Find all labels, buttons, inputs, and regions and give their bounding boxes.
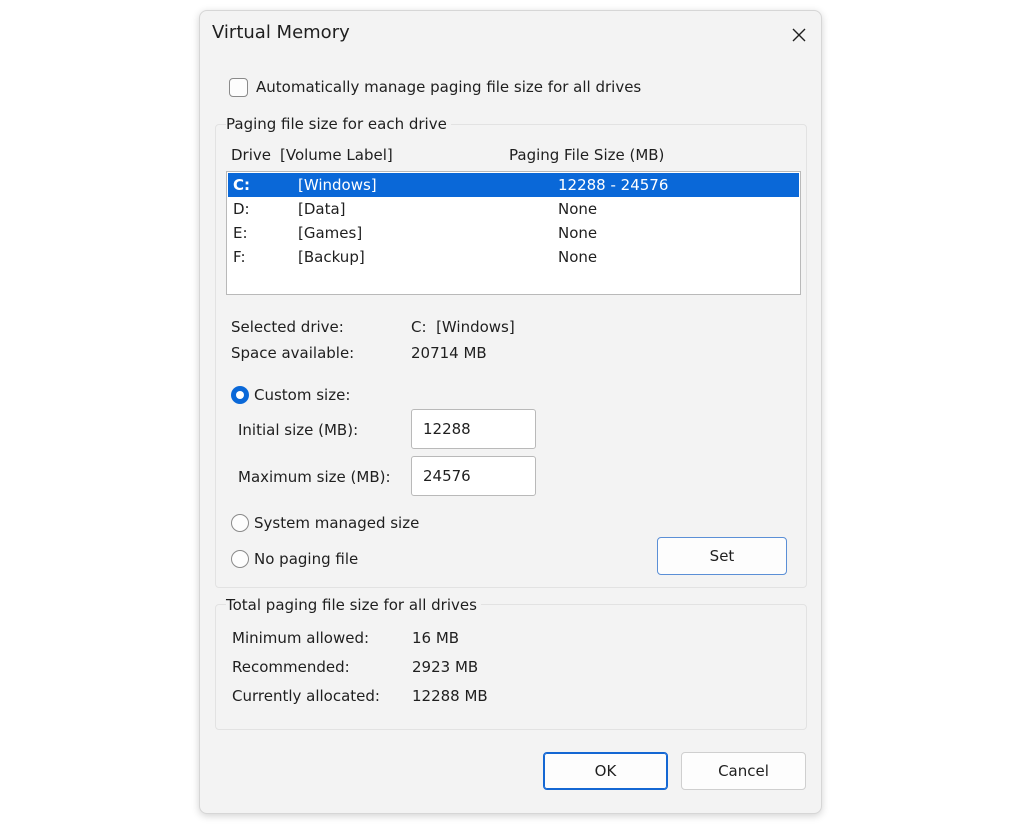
custom-size-label[interactable]: Custom size:: [254, 386, 350, 404]
custom-size-radio[interactable]: [231, 386, 249, 404]
drive-volume-label: [Windows]: [298, 176, 377, 194]
no-paging-radio[interactable]: [231, 550, 249, 568]
drive-paging-size: None: [558, 200, 598, 218]
currently-allocated-label: Currently allocated:: [232, 687, 380, 705]
dialog-title: Virtual Memory: [212, 22, 350, 43]
drive-letter: C:: [233, 176, 251, 194]
maximum-size-label: Maximum size (MB):: [238, 468, 391, 486]
initial-size-label: Initial size (MB):: [238, 421, 359, 439]
virtual-memory-dialog: Virtual Memory Automatically manage pagi…: [199, 10, 822, 814]
minimum-allowed-value: 16 MB: [412, 629, 460, 647]
selected-drive-value: C: [Windows]: [411, 318, 515, 336]
drive-group-title: Paging file size for each drive: [226, 115, 451, 133]
drive-letter: E:: [233, 224, 248, 242]
set-button[interactable]: Set: [657, 537, 787, 575]
recommended-value: 2923 MB: [412, 658, 479, 676]
drive-letter: D:: [233, 200, 250, 218]
minimum-allowed-label: Minimum allowed:: [232, 629, 370, 647]
total-group-title: Total paging file size for all drives: [226, 596, 481, 614]
selected-drive-label: Selected drive:: [231, 318, 344, 336]
drive-paging-size: 12288 - 24576: [558, 176, 669, 194]
drive-paging-size: None: [558, 224, 598, 242]
close-button[interactable]: [784, 20, 814, 50]
space-available-label: Space available:: [231, 344, 355, 362]
drive-volume-label: [Games]: [298, 224, 363, 242]
no-paging-label[interactable]: No paging file: [254, 550, 358, 568]
column-header-paging-size: Paging File Size (MB): [509, 146, 665, 164]
drive-row-d[interactable]: D: [Data] None: [228, 197, 799, 221]
close-icon: [792, 28, 806, 42]
system-managed-label[interactable]: System managed size: [254, 514, 419, 532]
drive-letter: F:: [233, 248, 246, 266]
auto-manage-checkbox[interactable]: [229, 78, 248, 97]
currently-allocated-value: 12288 MB: [412, 687, 488, 705]
drive-list[interactable]: C: [Windows] 12288 - 24576 D: [Data] Non…: [226, 171, 801, 295]
drive-row-f[interactable]: F: [Backup] None: [228, 245, 799, 269]
system-managed-radio[interactable]: [231, 514, 249, 532]
space-available-value: 20714 MB: [411, 344, 487, 362]
column-header-volume-label: [Volume Label]: [280, 146, 393, 164]
drive-volume-label: [Data]: [298, 200, 346, 218]
auto-manage-label[interactable]: Automatically manage paging file size fo…: [256, 78, 641, 96]
initial-size-input[interactable]: [411, 409, 536, 449]
column-header-drive: Drive: [231, 146, 271, 164]
cancel-button[interactable]: Cancel: [681, 752, 806, 790]
recommended-label: Recommended:: [232, 658, 350, 676]
drive-row-e[interactable]: E: [Games] None: [228, 221, 799, 245]
maximum-size-input[interactable]: [411, 456, 536, 496]
ok-button[interactable]: OK: [543, 752, 668, 790]
drive-volume-label: [Backup]: [298, 248, 365, 266]
drive-row-c[interactable]: C: [Windows] 12288 - 24576: [228, 173, 799, 197]
drive-paging-size: None: [558, 248, 598, 266]
